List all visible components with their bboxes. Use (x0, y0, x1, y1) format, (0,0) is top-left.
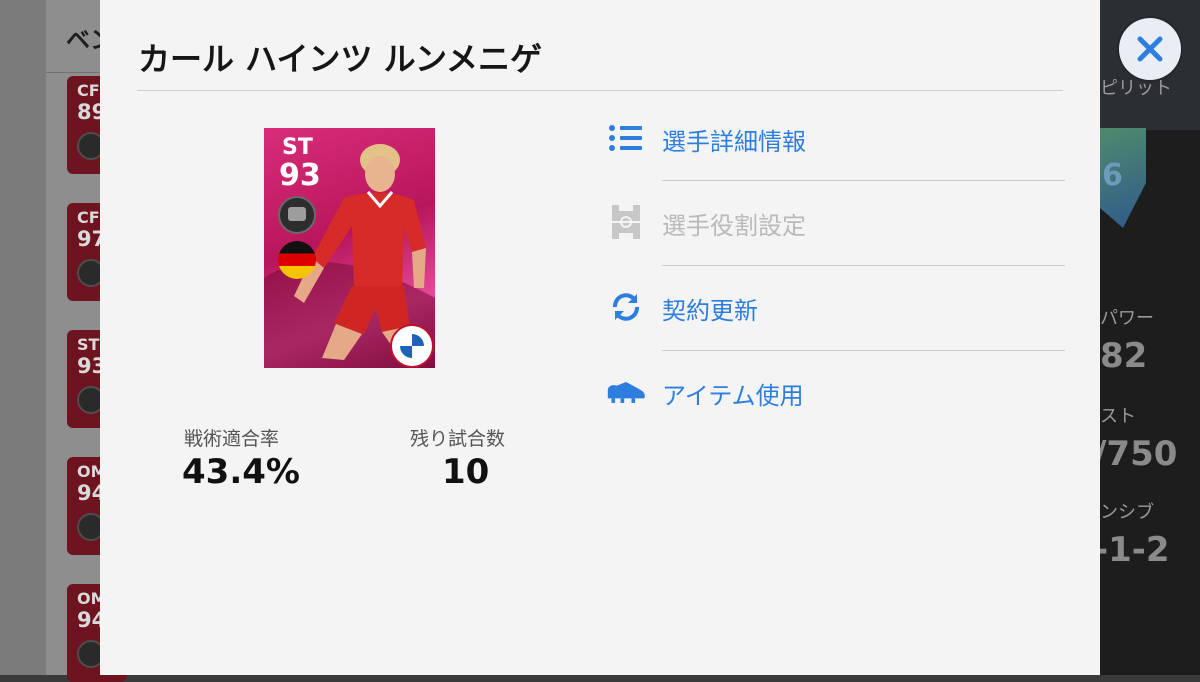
player-action-modal: カール ハインツ ルンメニゲ ST 93 戦術適合率 43.4% 残り試合数 1… (100, 0, 1100, 675)
menu-divider (662, 265, 1065, 266)
cost-label: スト (1100, 406, 1136, 427)
menu-label: 選手詳細情報 (662, 128, 806, 156)
background-divider (46, 72, 100, 73)
card-rating: 93 (279, 158, 321, 193)
card-position: CF (77, 81, 100, 100)
menu-divider (662, 180, 1065, 181)
close-icon (1137, 36, 1163, 62)
boot-icon (606, 374, 646, 410)
title-divider (137, 90, 1063, 91)
menu-use-item[interactable]: アイテム使用 (600, 352, 1066, 436)
card-type-badge-icon (278, 196, 316, 234)
menu-label: 選手役割設定 (662, 212, 806, 240)
refresh-icon (606, 289, 646, 325)
pitch-icon (606, 204, 646, 240)
card-position: ST (77, 335, 100, 354)
card-position: ST (282, 135, 313, 160)
club-crest-icon (390, 324, 434, 368)
chem-label: ンシブ (1100, 502, 1154, 523)
background-team-panel: ピリット 6 パワー 82 スト /750 ンシブ -1-2 (1100, 0, 1200, 675)
menu-player-role-settings[interactable]: 選手役割設定 (600, 182, 1066, 266)
menu-player-details[interactable]: 選手詳細情報 (600, 98, 1066, 182)
background-player-list: ベン CF 89 CF 97 ST 93 OM 94 OM 94 (0, 0, 127, 682)
close-button[interactable] (1119, 18, 1181, 80)
player-name-title: カール ハインツ ルンメニゲ (138, 40, 543, 78)
background-sidebar (0, 0, 46, 675)
menu-label: 契約更新 (662, 297, 758, 325)
cost-value: /750 (1100, 434, 1178, 474)
menu-label: アイテム使用 (662, 382, 804, 410)
menu-contract-renewal[interactable]: 契約更新 (600, 267, 1066, 351)
remaining-matches-value: 10 (442, 452, 490, 492)
shield-digit: 6 (1102, 158, 1123, 193)
player-card[interactable]: ST 93 (264, 128, 435, 368)
menu-divider (662, 350, 1065, 351)
germany-flag-icon (278, 241, 316, 279)
power-value: 82 (1100, 336, 1148, 376)
power-label: パワー (1100, 308, 1154, 329)
tactics-fit-label: 戦術適合率 (184, 428, 280, 450)
list-icon (606, 120, 646, 156)
remaining-matches-label: 残り試合数 (410, 428, 506, 450)
tactics-fit-value: 43.4% (182, 452, 300, 492)
chem-value: -1-2 (1100, 530, 1170, 570)
card-position: CF (77, 208, 100, 227)
